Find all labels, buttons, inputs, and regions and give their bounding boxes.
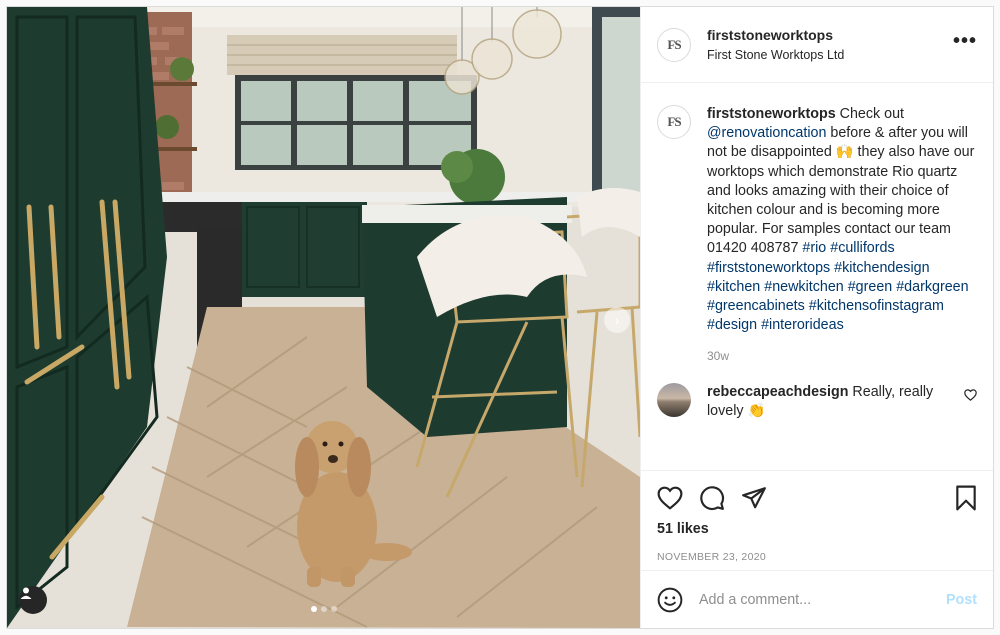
hashtag-link[interactable]: #design	[707, 317, 757, 333]
bookmark-icon[interactable]	[955, 485, 977, 511]
heart-icon[interactable]	[964, 388, 977, 401]
carousel-dot	[310, 606, 317, 612]
hashtag-link[interactable]: #greencabinets	[707, 298, 805, 314]
user-tags-button[interactable]	[19, 586, 47, 614]
hashtag-link[interactable]: #firststoneworktops	[707, 260, 830, 276]
avatar-logo-text: FS	[667, 36, 681, 52]
hashtag-link[interactable]: #interorideas	[761, 317, 844, 333]
carousel-dot	[330, 606, 337, 612]
profile-avatar[interactable]: FS	[657, 27, 691, 62]
post-media[interactable]: ›	[7, 7, 640, 628]
comment-item: rebeccapeachdesign Really, really lovely…	[657, 382, 977, 421]
comment-body: rebeccapeachdesign Really, really lovely…	[707, 383, 956, 421]
share-icon[interactable]	[741, 486, 767, 510]
instagram-post: › FS firststoneworktops First Stone Work…	[6, 6, 994, 629]
post-side-panel: FS firststoneworktops First Stone Workto…	[640, 7, 993, 628]
carousel-next-button[interactable]: ›	[604, 307, 630, 333]
add-comment-bar: Add a comment... Post	[641, 570, 993, 628]
hashtag-link[interactable]: #rio	[802, 240, 826, 256]
commenter-avatar[interactable]	[657, 382, 691, 417]
comment-input[interactable]: Add a comment...	[699, 592, 946, 608]
heart-icon[interactable]	[657, 486, 683, 510]
caption-text: before & after you will not be disappoin…	[707, 125, 975, 257]
header-username[interactable]: firststoneworktops	[707, 26, 953, 44]
comments-section: FS firststoneworktops Check out @renovat…	[641, 83, 993, 470]
post-comment-button[interactable]: Post	[946, 592, 977, 608]
action-bar	[657, 483, 977, 513]
post-header: FS firststoneworktops First Stone Workto…	[641, 7, 993, 83]
hashtag-link[interactable]: #cullifords	[830, 240, 894, 256]
comment-icon[interactable]	[699, 485, 725, 511]
kitchen-photo	[7, 7, 640, 628]
mention-link[interactable]: @renovationcation	[707, 125, 826, 141]
user-icon	[20, 587, 32, 599]
hashtag-link[interactable]: #kitchen	[707, 279, 760, 295]
smiley-icon[interactable]	[657, 587, 683, 613]
caption-text: Check out	[835, 106, 905, 122]
avatar-logo-text: FS	[667, 114, 681, 129]
hashtag-link[interactable]: #kitchendesign	[834, 260, 929, 276]
header-names: firststoneworktops First Stone Worktops …	[707, 26, 953, 64]
caption-timestamp[interactable]: 30w	[707, 347, 977, 366]
carousel-indicator	[310, 606, 337, 612]
hashtag-link[interactable]: #darkgreen	[896, 279, 968, 295]
post-date[interactable]: NOVEMBER 23, 2020	[657, 551, 977, 563]
caption-body: firststoneworktops Check out @renovation…	[707, 105, 977, 367]
hashtag-link[interactable]: #kitchensofinstagram	[809, 298, 944, 314]
actions-section: 51 likes NOVEMBER 23, 2020	[641, 470, 993, 570]
caption-avatar[interactable]: FS	[657, 105, 691, 139]
comment-username[interactable]: rebeccapeachdesign	[707, 384, 848, 400]
caption-username[interactable]: firststoneworktops	[707, 106, 836, 122]
carousel-dot	[320, 606, 327, 612]
more-options-icon[interactable]: •••	[953, 31, 977, 54]
header-subtitle: First Stone Worktops Ltd	[707, 47, 845, 62]
caption: FS firststoneworktops Check out @renovat…	[657, 105, 977, 367]
hashtag-link[interactable]: #green	[848, 279, 893, 295]
likes-count[interactable]: 51 likes	[657, 521, 977, 537]
chevron-right-icon: ›	[614, 312, 620, 328]
hashtag-link[interactable]: #newkitchen	[764, 279, 843, 295]
